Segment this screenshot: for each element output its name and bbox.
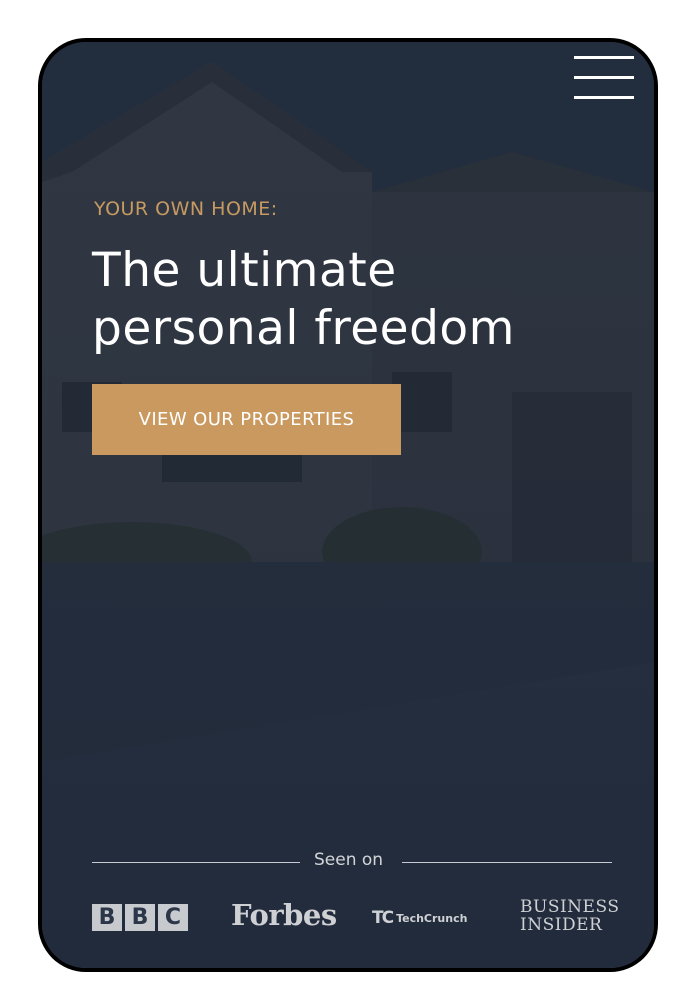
bbc-letter-b2: B — [125, 904, 155, 931]
business-insider-logo: BUSINESS INSIDER — [520, 898, 619, 934]
hero-eyebrow: YOUR OWN HOME: — [94, 198, 278, 220]
forbes-logo: Forbes — [231, 898, 337, 932]
dark-overlay — [42, 42, 654, 968]
business-insider-line-2: INSIDER — [520, 915, 603, 935]
device-frame: YOUR OWN HOME: The ultimate personal fre… — [38, 38, 658, 972]
seen-on-divider: Seen on — [92, 850, 612, 874]
hero-headline: The ultimate personal freedom — [92, 242, 612, 358]
techcrunch-mark: TC — [372, 908, 394, 928]
menu-bar — [574, 96, 634, 99]
hero-section: YOUR OWN HOME: The ultimate personal fre… — [42, 42, 654, 968]
menu-bar — [574, 76, 634, 79]
seen-on-label: Seen on — [314, 850, 384, 870]
business-insider-line-1: BUSINESS — [520, 897, 620, 917]
techcrunch-wordmark: TechCrunch — [396, 911, 468, 925]
headline-line-2: personal freedom — [92, 301, 515, 356]
bbc-letter-b1: B — [92, 904, 122, 931]
divider-line-left — [92, 862, 300, 863]
divider-line-right — [402, 862, 612, 863]
press-logos: B B C Forbes TC TechCrunch BUSINESS INSI… — [92, 898, 619, 938]
bbc-letter-c: C — [158, 904, 188, 931]
headline-line-1: The ultimate — [92, 243, 397, 298]
hamburger-menu-button[interactable] — [574, 56, 636, 104]
bbc-logo: B B C — [92, 904, 188, 931]
view-properties-button[interactable]: VIEW OUR PROPERTIES — [92, 384, 401, 455]
techcrunch-logo: TC TechCrunch — [372, 908, 467, 928]
menu-bar — [574, 56, 634, 59]
